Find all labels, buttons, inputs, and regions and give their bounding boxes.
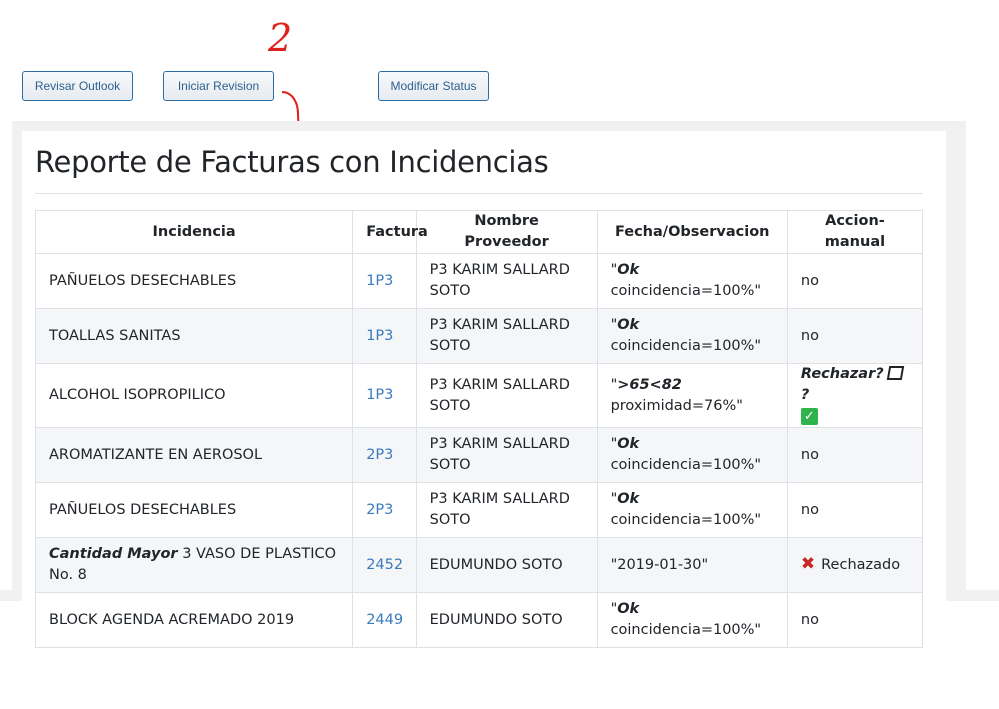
obs-detail: coincidencia=100%" (610, 622, 762, 638)
cell-accion: ✖ Rechazado (786, 537, 924, 593)
cell-accion: no (786, 592, 924, 648)
factura-link[interactable]: 2P3 (366, 447, 393, 463)
obs-status: Ok (617, 262, 640, 278)
cell-incidencia: PAÑUELOS DESECHABLES (34, 253, 354, 309)
cell-accion: no (786, 253, 924, 309)
cell-observacion: "Ok coincidencia=100%" (596, 482, 788, 538)
cell-factura: 1P3 (352, 308, 417, 364)
table-row: ALCOHOL ISOPROPILICO 1P3 P3 KARIM SALLAR… (34, 363, 924, 428)
table-row: BLOCK AGENDA ACREMADO 2019 2449 EDUMUNDO… (34, 592, 924, 648)
header-accion-manual: Accion-manual (786, 210, 924, 254)
cell-observacion: "Ok coincidencia=100%" (596, 427, 788, 483)
cell-factura: 1P3 (352, 363, 417, 428)
cell-incidencia: BLOCK AGENDA ACREMADO 2019 (34, 592, 354, 648)
factura-link[interactable]: 1P3 (366, 387, 393, 403)
cell-incidencia: PAÑUELOS DESECHABLES (34, 482, 354, 538)
cell-proveedor: P3 KARIM SALLARD SOTO (415, 482, 598, 538)
obs-status: >65<82 (617, 376, 682, 393)
header-fecha-observacion: Fecha/Observacion (596, 210, 788, 254)
obs-status: Ok (617, 436, 640, 452)
rejected-label: Rechazado (821, 557, 901, 573)
header-incidencia: Incidencia (34, 210, 354, 254)
cell-accion: no (786, 427, 924, 483)
cell-observacion: "Ok coincidencia=100%" (596, 592, 788, 648)
cell-proveedor: P3 KARIM SALLARD SOTO (415, 308, 598, 364)
cell-observacion: "Ok coincidencia=100%" (596, 308, 788, 364)
obs-detail: coincidencia=100%" (610, 457, 762, 473)
cell-accion: Rechazar?? ✓ (786, 363, 924, 428)
factura-link[interactable]: 2449 (366, 612, 403, 628)
factura-link[interactable]: 1P3 (366, 273, 393, 289)
factura-link[interactable]: 1P3 (366, 328, 393, 344)
obs-status: Ok (617, 491, 640, 507)
cell-proveedor: P3 KARIM SALLARD SOTO (415, 363, 598, 428)
table-row: AROMATIZANTE EN AEROSOL 2P3 P3 KARIM SAL… (34, 427, 924, 483)
obs-detail: coincidencia=100%" (610, 338, 762, 354)
cell-incidencia: TOALLAS SANITAS (34, 308, 354, 364)
obs-detail: coincidencia=100%" (610, 283, 762, 299)
table-row: PAÑUELOS DESECHABLES 2P3 P3 KARIM SALLAR… (34, 482, 924, 538)
step-number: 2 (267, 18, 292, 60)
title-divider (35, 193, 923, 194)
page-title: Reporte de Facturas con Incidencias (35, 145, 549, 179)
iniciar-revision-button[interactable]: Iniciar Revision (163, 71, 274, 101)
cell-factura: 2449 (352, 592, 417, 648)
cell-observacion: "2019-01-30" (596, 537, 788, 593)
table-row: Cantidad Mayor 3 VASO DE PLASTICO No. 8 … (34, 537, 924, 593)
cell-factura: 1P3 (352, 253, 417, 309)
obs-detail: proximidad=76%" (610, 397, 743, 414)
cell-factura: 2P3 (352, 482, 417, 538)
obs-status: Ok (617, 601, 640, 617)
table-row: PAÑUELOS DESECHABLES 1P3 P3 KARIM SALLAR… (34, 253, 924, 309)
cell-incidencia: Cantidad Mayor 3 VASO DE PLASTICO No. 8 (34, 537, 354, 593)
cell-incidencia: AROMATIZANTE EN AEROSOL (34, 427, 354, 483)
cell-factura: 2452 (352, 537, 417, 593)
cell-observacion: ">65<82 proximidad=76%" (596, 363, 788, 428)
table-row: TOALLAS SANITAS 1P3 P3 KARIM SALLARD SOT… (34, 308, 924, 364)
cell-proveedor: EDUMUNDO SOTO (415, 592, 598, 648)
factura-link[interactable]: 2452 (366, 557, 403, 573)
confirm-check-icon[interactable]: ✓ (800, 407, 818, 425)
incidencia-tag: Cantidad Mayor (49, 546, 178, 562)
cell-accion: no (786, 308, 924, 364)
reject-checkbox[interactable] (886, 366, 904, 380)
factura-link[interactable]: 2P3 (366, 502, 393, 518)
incidents-table: Incidencia Factura Nombre Proveedor Fech… (34, 210, 924, 648)
cell-incidencia: ALCOHOL ISOPROPILICO (34, 363, 354, 428)
cell-proveedor: EDUMUNDO SOTO (415, 537, 598, 593)
rechazar-prompt: Rechazar? (800, 366, 884, 382)
header-proveedor: Nombre Proveedor (415, 210, 598, 254)
cell-factura: 2P3 (352, 427, 417, 483)
revisar-outlook-button[interactable]: Revisar Outlook (22, 71, 133, 101)
modificar-status-button[interactable]: Modificar Status (378, 71, 489, 101)
table-header-row: Incidencia Factura Nombre Proveedor Fech… (34, 210, 924, 254)
cell-accion: no (786, 482, 924, 538)
cell-proveedor: P3 KARIM SALLARD SOTO (415, 253, 598, 309)
cell-proveedor: P3 KARIM SALLARD SOTO (415, 427, 598, 483)
obs-status: Ok (617, 317, 640, 333)
rejected-x-icon: ✖ (800, 554, 816, 574)
obs-detail: coincidencia=100%" (610, 512, 762, 528)
header-factura: Factura (352, 210, 428, 254)
cell-observacion: "Ok coincidencia=100%" (596, 253, 788, 309)
